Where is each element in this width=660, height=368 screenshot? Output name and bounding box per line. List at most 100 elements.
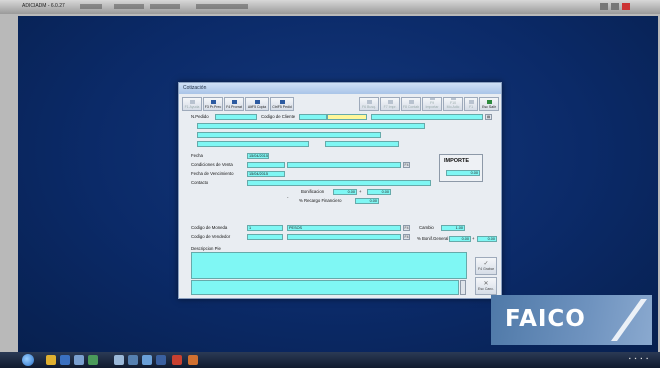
importe-field: 0.00 <box>446 170 480 176</box>
toolbar-button-prprec[interactable]: F3 Pr.Prec <box>203 97 223 111</box>
address-line-3b-field[interactable] <box>325 141 399 147</box>
fecha-field[interactable]: 15/04/2015 <box>247 153 269 159</box>
extra-icon <box>450 98 456 100</box>
bonificacion-label: Bonificacion <box>301 189 325 194</box>
contacto-field[interactable] <box>247 180 431 186</box>
titlebar-segment <box>150 4 180 9</box>
tray-icon[interactable]: ▪ <box>629 356 631 362</box>
moneda-f4-button[interactable]: F4 <box>403 225 410 231</box>
grabar-button[interactable]: ✓ F4 Grabar <box>475 257 497 275</box>
moneda-name-field[interactable]: PESOS <box>287 225 401 231</box>
taskbar-app-icon[interactable] <box>46 355 56 365</box>
toolbar-button-busq[interactable]: F6 Busq. <box>359 97 379 111</box>
taskbar-app-icon[interactable] <box>74 355 84 365</box>
condiciones-label: Condiciones de Venta <box>191 162 233 167</box>
toolbar-button-prorrat[interactable]: F4 Prorrat <box>224 97 244 111</box>
descripcion-textarea[interactable] <box>191 252 467 279</box>
taskbar-app-icon[interactable] <box>114 355 124 365</box>
fecha-label: Fecha <box>191 153 203 158</box>
cambio-label: Cambio <box>419 225 434 230</box>
descripcion-textarea-2[interactable] <box>191 280 459 295</box>
vendedor-label: Codigo de Vendedor <box>191 234 231 239</box>
window-title: Cotización <box>179 83 501 94</box>
titlebar-segment <box>80 4 102 9</box>
contacto-label: Contacto <box>191 180 209 185</box>
condiciones-code-field[interactable] <box>247 162 285 168</box>
taskbar: ▪ ▪ ▪ ▪ <box>0 352 660 368</box>
tray-icon[interactable]: ▪ <box>646 356 648 362</box>
minimize-button[interactable] <box>600 3 608 10</box>
bonif-general-field[interactable]: 0.00 <box>449 236 471 242</box>
address-line-3-field[interactable] <box>197 141 309 147</box>
tray-icon[interactable]: ▪ <box>640 356 642 362</box>
toolbar-button-moadic[interactable]: F10 Mo.Adic <box>443 97 463 111</box>
ledger-icon <box>408 100 414 104</box>
start-button[interactable] <box>22 354 34 366</box>
faico-logo-text: FAICO <box>505 306 586 332</box>
search-icon <box>366 100 372 104</box>
maximize-button[interactable] <box>611 3 619 10</box>
cliente-name-field[interactable] <box>371 114 483 120</box>
toolbar-button-salir[interactable]: Esc Salir <box>479 97 499 111</box>
taskbar-app-icon[interactable] <box>172 355 182 365</box>
order-icon <box>279 100 285 104</box>
address-line-2-field[interactable] <box>197 132 381 138</box>
faico-slash-icon <box>611 299 647 341</box>
toolbar-button-importar[interactable]: F9 Importar <box>422 97 442 111</box>
recargo-label: % Recargo Financiero <box>299 198 342 203</box>
codigo-cliente-label: Codigo de Cliente <box>261 114 296 119</box>
toolbar-button-pedido[interactable]: CtrlF5 Pedid <box>270 97 294 111</box>
close-button[interactable] <box>622 3 630 10</box>
bonificacion-field[interactable]: 0.00 <box>333 189 357 195</box>
taskbar-app-icon[interactable] <box>128 355 138 365</box>
taskbar-app-icon[interactable] <box>142 355 152 365</box>
taskbar-app-icon[interactable] <box>88 355 98 365</box>
bonif-general-field-2[interactable]: 0.00 <box>477 236 497 242</box>
moneda-code-field[interactable]: 1 <box>247 225 283 231</box>
descripcion-label: Descripcion Pie <box>191 246 221 251</box>
codigo-cliente-field[interactable] <box>299 114 327 120</box>
toolbar-button-ayuda[interactable]: F1 Ayuda <box>182 97 202 111</box>
importe-box: IMPORTE 0.00 <box>439 154 483 182</box>
codigo-cliente-highlight-field[interactable] <box>327 114 367 120</box>
faico-logo: FAICO <box>491 295 652 345</box>
vendedor-name-field[interactable] <box>287 234 401 240</box>
taskbar-app-icon[interactable] <box>156 355 166 365</box>
plus-sign-2: + <box>472 236 475 241</box>
taskbar-app-icon[interactable] <box>60 355 70 365</box>
recargo-field[interactable]: 0.00 <box>355 198 379 204</box>
toolbar-button-f1[interactable]: F1 <box>464 97 478 111</box>
toolbar: F1 Ayuda F3 Pr.Prec F4 Prorrat AltF5 Cop… <box>182 97 499 111</box>
bonificacion-field-2[interactable]: 0.00 <box>367 189 391 195</box>
titlebar-segment <box>196 4 248 9</box>
cambio-field[interactable]: 1.00 <box>441 225 465 231</box>
cancelar-button[interactable]: ✕ Esc Canc. <box>475 277 497 295</box>
taskbar-app-icon[interactable] <box>188 355 198 365</box>
toolbar-button-copia[interactable]: AltF5 Copia <box>245 97 269 111</box>
condiciones-f4-button[interactable]: F4 <box>403 162 410 168</box>
app-title: ADICIADM - 6.0.27 <box>22 3 65 9</box>
cliente-search-button[interactable]: ▤ <box>485 114 492 120</box>
condiciones-desc-field[interactable] <box>287 162 401 168</box>
help-icon <box>189 100 195 104</box>
vencimiento-field[interactable]: 15/04/2015 <box>247 171 285 177</box>
cotizacion-window: Cotización F1 Ayuda F3 Pr.Prec F4 Prorra… <box>178 82 502 299</box>
copy-icon <box>254 100 260 104</box>
importe-label: IMPORTE <box>444 158 470 164</box>
address-line-1-field[interactable] <box>197 123 425 129</box>
npedido-label: N.Pedido <box>191 114 209 119</box>
npedido-field[interactable] <box>215 114 257 120</box>
vendedor-code-field[interactable] <box>247 234 283 240</box>
toolbar-button-contab[interactable]: F8 Contab <box>401 97 421 111</box>
vendedor-f4-button[interactable]: F4 <box>403 234 410 240</box>
tray-icon[interactable]: ▪ <box>635 356 637 362</box>
descripcion-scrollbar[interactable] <box>460 280 466 295</box>
import-icon <box>429 98 435 100</box>
prorate-icon <box>231 100 237 104</box>
moneda-label: Codigo de Moneda <box>191 225 228 230</box>
app-titlebar: ADICIADM - 6.0.27 <box>0 0 660 14</box>
plus-sign: + <box>359 189 362 194</box>
toolbar-button-impr[interactable]: F7 Impr. <box>380 97 400 111</box>
print-icon <box>387 100 393 104</box>
dash-mark: - <box>287 195 289 200</box>
